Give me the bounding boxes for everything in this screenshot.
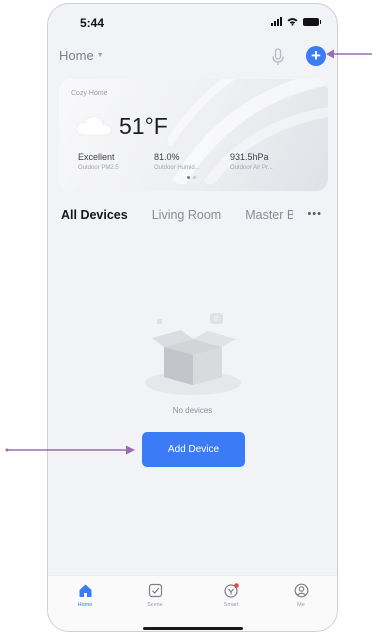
stat-humidity: 81.0% Outdoor Humid... [154,152,200,171]
nav-label: Scene [147,602,163,608]
annotation-arrow-add [326,49,372,59]
bottom-navigation: Home Scene Smart Me [48,575,337,631]
home-indicator [143,627,243,630]
signal-icon [271,17,282,26]
tab-master-bedroom[interactable]: Master Bedroom [245,208,293,222]
cloud-icon [76,116,112,136]
page-dots [187,176,196,179]
add-button[interactable]: + [306,46,326,66]
profile-icon [294,583,308,598]
stat-label: Outdoor PM2.5 [78,165,119,171]
status-bar: 5:44 [48,4,337,38]
more-icon[interactable]: ••• [307,208,322,220]
nav-me[interactable]: Me [281,583,321,608]
nav-home[interactable]: Home [65,583,105,608]
chevron-down-icon: ▼ [96,52,104,59]
empty-box-illustration [145,313,241,395]
stat-value: 931.5hPa [230,152,269,162]
nav-label: Home [77,602,93,608]
notification-badge [233,583,239,588]
stat-value: Excellent [78,152,115,162]
home-selector-label: Home [59,48,94,63]
status-time: 5:44 [80,16,105,30]
nav-label: Me [297,602,305,608]
nav-label: Smart [223,602,239,608]
add-device-button[interactable]: Add Device [142,432,245,467]
scene-icon [148,583,162,598]
status-icons [271,17,321,26]
stat-air-pressure: 931.5hPa Outdoor Air Pr... [230,152,273,171]
battery-icon [303,17,321,26]
stat-label: Outdoor Air Pr... [230,165,273,171]
smart-icon [223,583,239,598]
phone-frame: 5:44 Home ▼ + Cozy Home 51°F Excellent O… [47,3,338,632]
stat-pm25: Excellent Outdoor PM2.5 [78,152,119,171]
annotation-arrow-add-device [5,445,135,455]
screenshot-stage: 5:44 Home ▼ + Cozy Home 51°F Excellent O… [0,0,373,635]
no-devices-message: No devices [172,406,213,415]
stat-value: 81.0% [154,152,180,162]
nav-scene[interactable]: Scene [135,583,175,608]
tab-living-room[interactable]: Living Room [152,208,221,222]
nav-smart[interactable]: Smart [211,583,251,608]
weather-location: Cozy Home [71,90,108,97]
room-tabs: All Devices Living Room Master Bedroom •… [61,206,326,224]
stat-label: Outdoor Humid... [154,165,200,171]
home-selector[interactable]: Home ▼ [59,48,104,63]
tab-all-devices[interactable]: All Devices [61,208,128,222]
weather-card[interactable]: Cozy Home 51°F Excellent Outdoor PM2.5 8… [59,79,328,191]
wifi-icon [287,18,298,26]
home-icon [79,584,91,597]
temperature: 51°F [119,113,168,139]
microphone-icon[interactable] [270,48,286,66]
